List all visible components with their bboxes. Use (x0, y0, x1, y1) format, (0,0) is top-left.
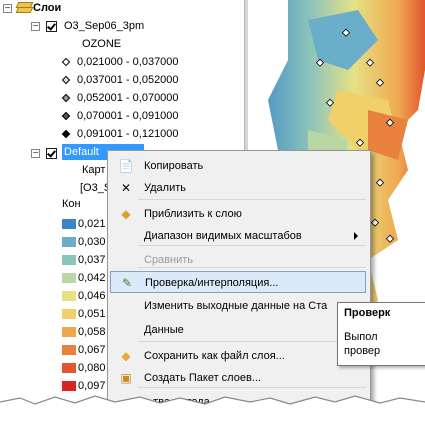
menu-item-label: Сравнить (144, 254, 194, 266)
menu-item-label: Проверка/интерполяция... (145, 277, 279, 289)
menu-item-2[interactable]: ✕ Удалить (110, 177, 366, 199)
collapse-layers-toggle[interactable]: − (3, 4, 12, 14)
legend-color-swatch (62, 345, 76, 355)
menu-item-9[interactable]: ◆ Сохранить как файл слоя... (110, 345, 366, 367)
legend-symbol-diamond (61, 129, 71, 139)
layer2-name: Default (64, 146, 99, 158)
layer1-visibility-checkbox[interactable] (46, 21, 57, 32)
tooltip-title: Проверк (344, 307, 391, 319)
menu-item-label: Сохранить как файл слоя... (144, 350, 285, 362)
layer2-info-row: Кон (62, 198, 81, 210)
legend-color-swatch (62, 273, 76, 283)
layers-icon (15, 2, 34, 14)
submenu-arrow-icon (354, 232, 358, 240)
legend-symbol-diamond (61, 57, 71, 67)
legend-color-swatch (62, 363, 76, 373)
tooltip-line: Выпол (344, 331, 378, 343)
menu-separator (138, 199, 366, 200)
legend-class-2: 0,037001 - 0,052000 (77, 74, 179, 86)
tooltip: Проверк Выпол провер (337, 302, 425, 366)
torn-edge-decoration (0, 395, 425, 434)
legend2-class-label: 0,021 (78, 218, 106, 230)
save-layer-icon: ◆ (121, 349, 131, 363)
menu-item-1[interactable]: 📄 Копировать (110, 155, 366, 177)
legend2-class-label: 0,030 (78, 236, 106, 248)
copy-icon: 📄 (118, 159, 134, 173)
legend-color-swatch (62, 255, 76, 265)
layer1-field-label: OZONE (82, 38, 122, 50)
menu-item-label: Копировать (144, 160, 204, 172)
delete-icon: ✕ (120, 181, 132, 195)
menu-item-label: Диапазон видимых масштабов (144, 230, 302, 242)
legend-class-4: 0,070001 - 0,091000 (77, 110, 179, 122)
legend-class-5: 0,091001 - 0,121000 (77, 128, 179, 140)
menu-item-7[interactable]: Изменить выходные данные на Ста (110, 295, 366, 317)
legend-symbol-diamond (61, 75, 71, 85)
zoom-to-layer-icon: ◆ (121, 207, 131, 221)
legend-color-swatch (62, 219, 76, 229)
menu-item-3[interactable]: ◆ Приблизить к слою (110, 203, 366, 225)
menu-item-5: Сравнить (110, 249, 366, 271)
legend-symbol-diamond (61, 93, 71, 103)
layers-root-label: Слои (33, 2, 62, 14)
legend-class-1: 0,021000 - 0,037000 (77, 56, 179, 68)
layer1-collapse-toggle[interactable]: − (31, 22, 40, 32)
legend2-class-label: 0,051 (78, 308, 106, 320)
layer2-collapse-toggle[interactable]: − (31, 149, 40, 159)
legend2-class-label: 0,046 (78, 290, 106, 302)
legend-class-3: 0,052001 - 0,070000 (77, 92, 179, 104)
menu-item-8[interactable]: Данные (110, 319, 366, 341)
menu-item-label: Данные (144, 324, 184, 336)
menu-separator (138, 341, 366, 342)
legend2-class-label: 0,067 (78, 344, 106, 356)
layer2-visibility-checkbox[interactable] (46, 148, 57, 159)
menu-item-label: Удалить (144, 182, 186, 194)
menu-item-label: Изменить выходные данные на Ста (144, 300, 328, 312)
legend-color-swatch (62, 327, 76, 337)
layer1-name[interactable]: O3_Sep06_3pm (64, 18, 144, 34)
validation-icon: ✎ (121, 276, 133, 290)
legend2-class-label: 0,037 (78, 254, 106, 266)
legend-color-swatch (62, 309, 76, 319)
legend2-class-label: 0,042 (78, 272, 106, 284)
menu-item-4[interactable]: Диапазон видимых масштабов (110, 225, 366, 247)
legend-symbol-diamond (61, 111, 71, 121)
legend-color-swatch (62, 291, 76, 301)
legend2-class-label: 0,080 (78, 362, 106, 374)
menu-item-6[interactable]: ✎ Проверка/интерполяция... (110, 271, 366, 293)
legend2-class-label: 0,058 (78, 326, 106, 338)
menu-item-label: Приблизить к слою (144, 208, 242, 220)
tooltip-line: провер (344, 345, 381, 357)
layer-context-menu: 📄 Копировать ✕ Удалить ◆ Приблизить к слою Диа… (107, 150, 371, 414)
legend-color-swatch (62, 237, 76, 247)
layer2-info-row: Карт (82, 164, 106, 176)
